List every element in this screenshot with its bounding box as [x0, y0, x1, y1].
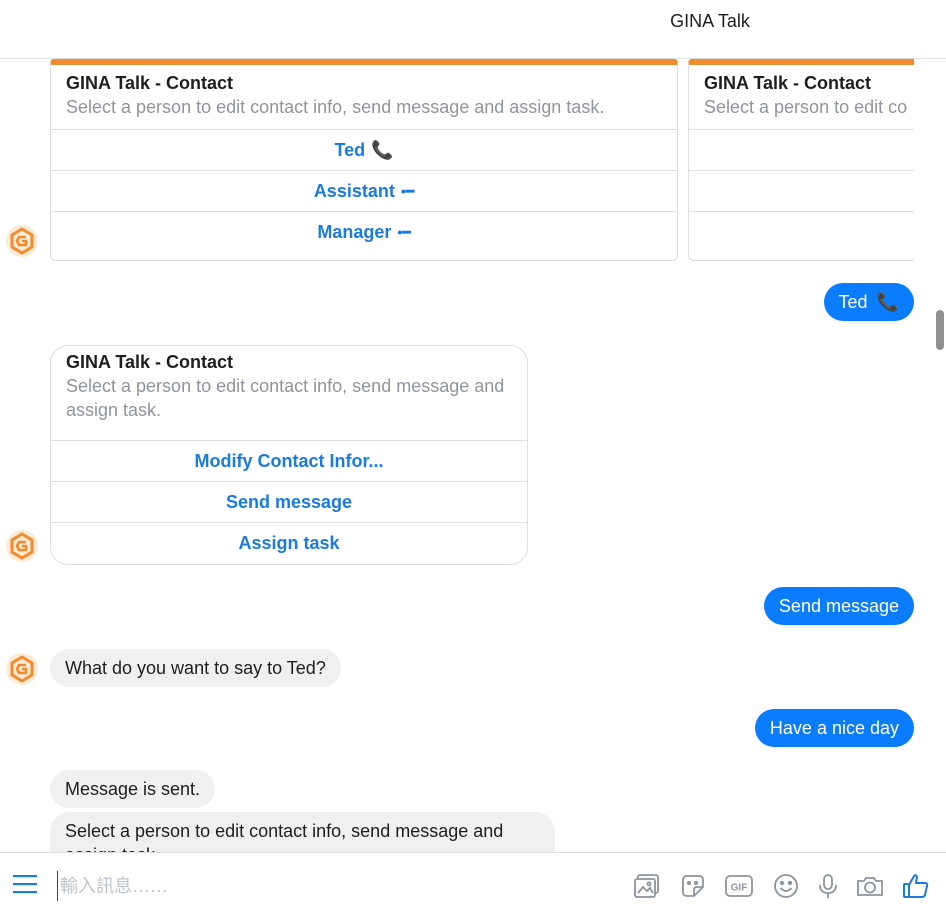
image-icon[interactable] — [632, 871, 662, 901]
gina-logo-icon — [6, 225, 38, 257]
contact-ted-button[interactable]: Ted 📞 — [51, 129, 677, 170]
bot-avatar — [6, 653, 38, 685]
message-text: Ted — [838, 292, 868, 312]
card-title: GINA Talk - Contact — [704, 73, 872, 93]
button-label: Ted — [334, 139, 366, 160]
message-list[interactable]: GINA Talk - Contact Select a person to e… — [0, 59, 946, 852]
contact-assistant-button[interactable]: Assistant •━ — [51, 170, 677, 211]
card-title: GINA Talk - Contact — [66, 73, 234, 93]
card-title: GINA Talk - Contact — [66, 352, 234, 372]
chat-title: GINA Talk — [670, 11, 750, 31]
card-subtitle: Select a person to edit contact info, se… — [66, 97, 605, 117]
svg-text:GIF: GIF — [731, 883, 748, 894]
gina-logo-icon — [6, 530, 38, 562]
card-header: GINA Talk - Contact Select a person to e… — [51, 346, 527, 440]
bot-avatar — [6, 225, 38, 257]
button-label: Manager — [317, 221, 392, 242]
line-icon: •━ — [397, 223, 411, 240]
card-header: GINA Talk - Contact Select a person to e… — [689, 65, 914, 129]
camera-icon[interactable] — [855, 871, 885, 901]
line-icon: •━ — [400, 182, 415, 199]
bot-avatar — [6, 530, 38, 562]
outgoing-message: Send message — [763, 587, 914, 625]
like-icon[interactable] — [901, 871, 931, 901]
message-composer: GIF — [0, 852, 946, 918]
gina-logo-icon — [6, 653, 38, 685]
phone-icon: 📞 — [876, 292, 899, 312]
modify-contact-button[interactable]: Modify Contact Infor... — [51, 440, 527, 481]
gif-icon[interactable]: GIF — [724, 871, 754, 901]
card-button[interactable] — [689, 129, 914, 170]
contact-menu-card: GINA Talk - Contact Select a person to e… — [50, 345, 528, 565]
card-subtitle: Select a person to edit contact info, se… — [66, 376, 505, 420]
sticker-icon[interactable] — [678, 871, 708, 901]
assign-task-button[interactable]: Assign task — [51, 522, 527, 563]
outgoing-message: Have a nice day — [754, 709, 914, 747]
card-button[interactable] — [689, 170, 914, 211]
card-subtitle: Select a person to edit co — [704, 97, 908, 117]
card-button[interactable] — [689, 211, 914, 252]
contact-manager-button[interactable]: Manager •━ — [51, 211, 677, 252]
incoming-message: Message is sent. — [50, 770, 216, 808]
send-message-button[interactable]: Send message — [51, 481, 527, 522]
emoji-icon[interactable] — [771, 871, 801, 901]
outgoing-message: Ted 📞 — [823, 283, 914, 321]
scrollbar-thumb[interactable] — [936, 310, 944, 350]
chat-header: GINA Talk — [0, 0, 946, 59]
message-input[interactable] — [57, 871, 622, 901]
card-header: GINA Talk - Contact Select a person to e… — [51, 65, 677, 129]
incoming-message: Select a person to edit contact info, se… — [50, 812, 555, 852]
contact-card-2: GINA Talk - Contact Select a person to e… — [688, 59, 914, 261]
contact-card-1: GINA Talk - Contact Select a person to e… — [50, 59, 678, 261]
microphone-icon[interactable] — [813, 871, 843, 901]
incoming-message: What do you want to say to Ted? — [50, 649, 341, 687]
button-label: Assistant — [313, 180, 395, 201]
menu-icon[interactable] — [12, 873, 38, 895]
phone-icon: 📞 — [371, 139, 394, 160]
